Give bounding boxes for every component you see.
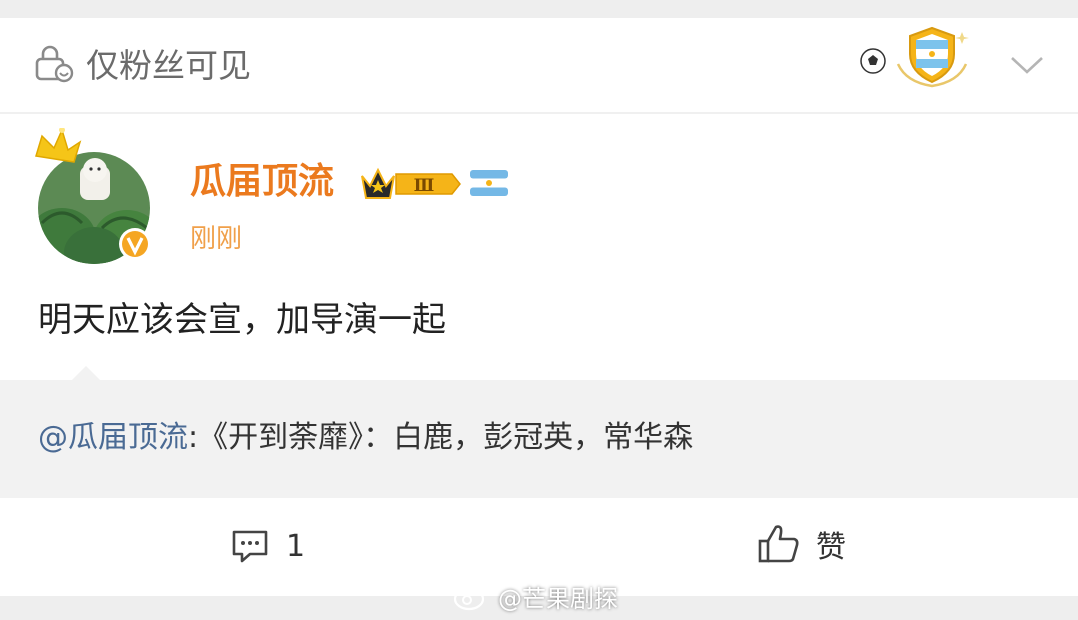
argentina-flag-icon: [470, 170, 508, 196]
watermark-text: @芒果剧探: [498, 584, 618, 613]
quoted-author-mention[interactable]: @瓜届顶流: [38, 420, 188, 455]
like-button[interactable]: 赞: [756, 518, 866, 570]
quoted-post-body: :《开到荼靡》：白鹿，彭冠英，常华森: [188, 420, 694, 455]
avatar[interactable]: [32, 128, 162, 268]
verified-v-icon: [119, 228, 151, 260]
quote-pointer: [70, 366, 102, 382]
soccer-ball-icon: [860, 48, 886, 74]
post-timestamp: 刚刚: [190, 224, 243, 254]
comment-count: 1: [286, 528, 306, 564]
watermark: @芒果剧探: [452, 576, 618, 616]
post-text: 明天应该会宣，加导演一起: [38, 300, 446, 340]
quoted-post-text: @瓜届顶流:《开到荼靡》：白鹿，彭冠英，常华森: [38, 418, 693, 458]
fans-only-lock-icon: [35, 45, 74, 83]
argentina-shield-badge-icon[interactable]: [892, 24, 972, 90]
member-level-badge[interactable]: Ⅲ: [358, 164, 462, 204]
weibo-logo-icon: [453, 583, 490, 611]
visibility-label: 仅粉丝可见: [86, 46, 251, 85]
crown-icon: [35, 128, 82, 163]
svg-text:Ⅲ: Ⅲ: [414, 176, 435, 196]
chevron-down-icon[interactable]: [1008, 50, 1046, 78]
comment-button[interactable]: 1: [230, 522, 330, 570]
comment-icon: [232, 530, 268, 563]
like-label: 赞: [816, 530, 846, 565]
author-name[interactable]: 瓜届顶流: [190, 160, 334, 204]
thumbs-up-icon: [758, 525, 799, 563]
